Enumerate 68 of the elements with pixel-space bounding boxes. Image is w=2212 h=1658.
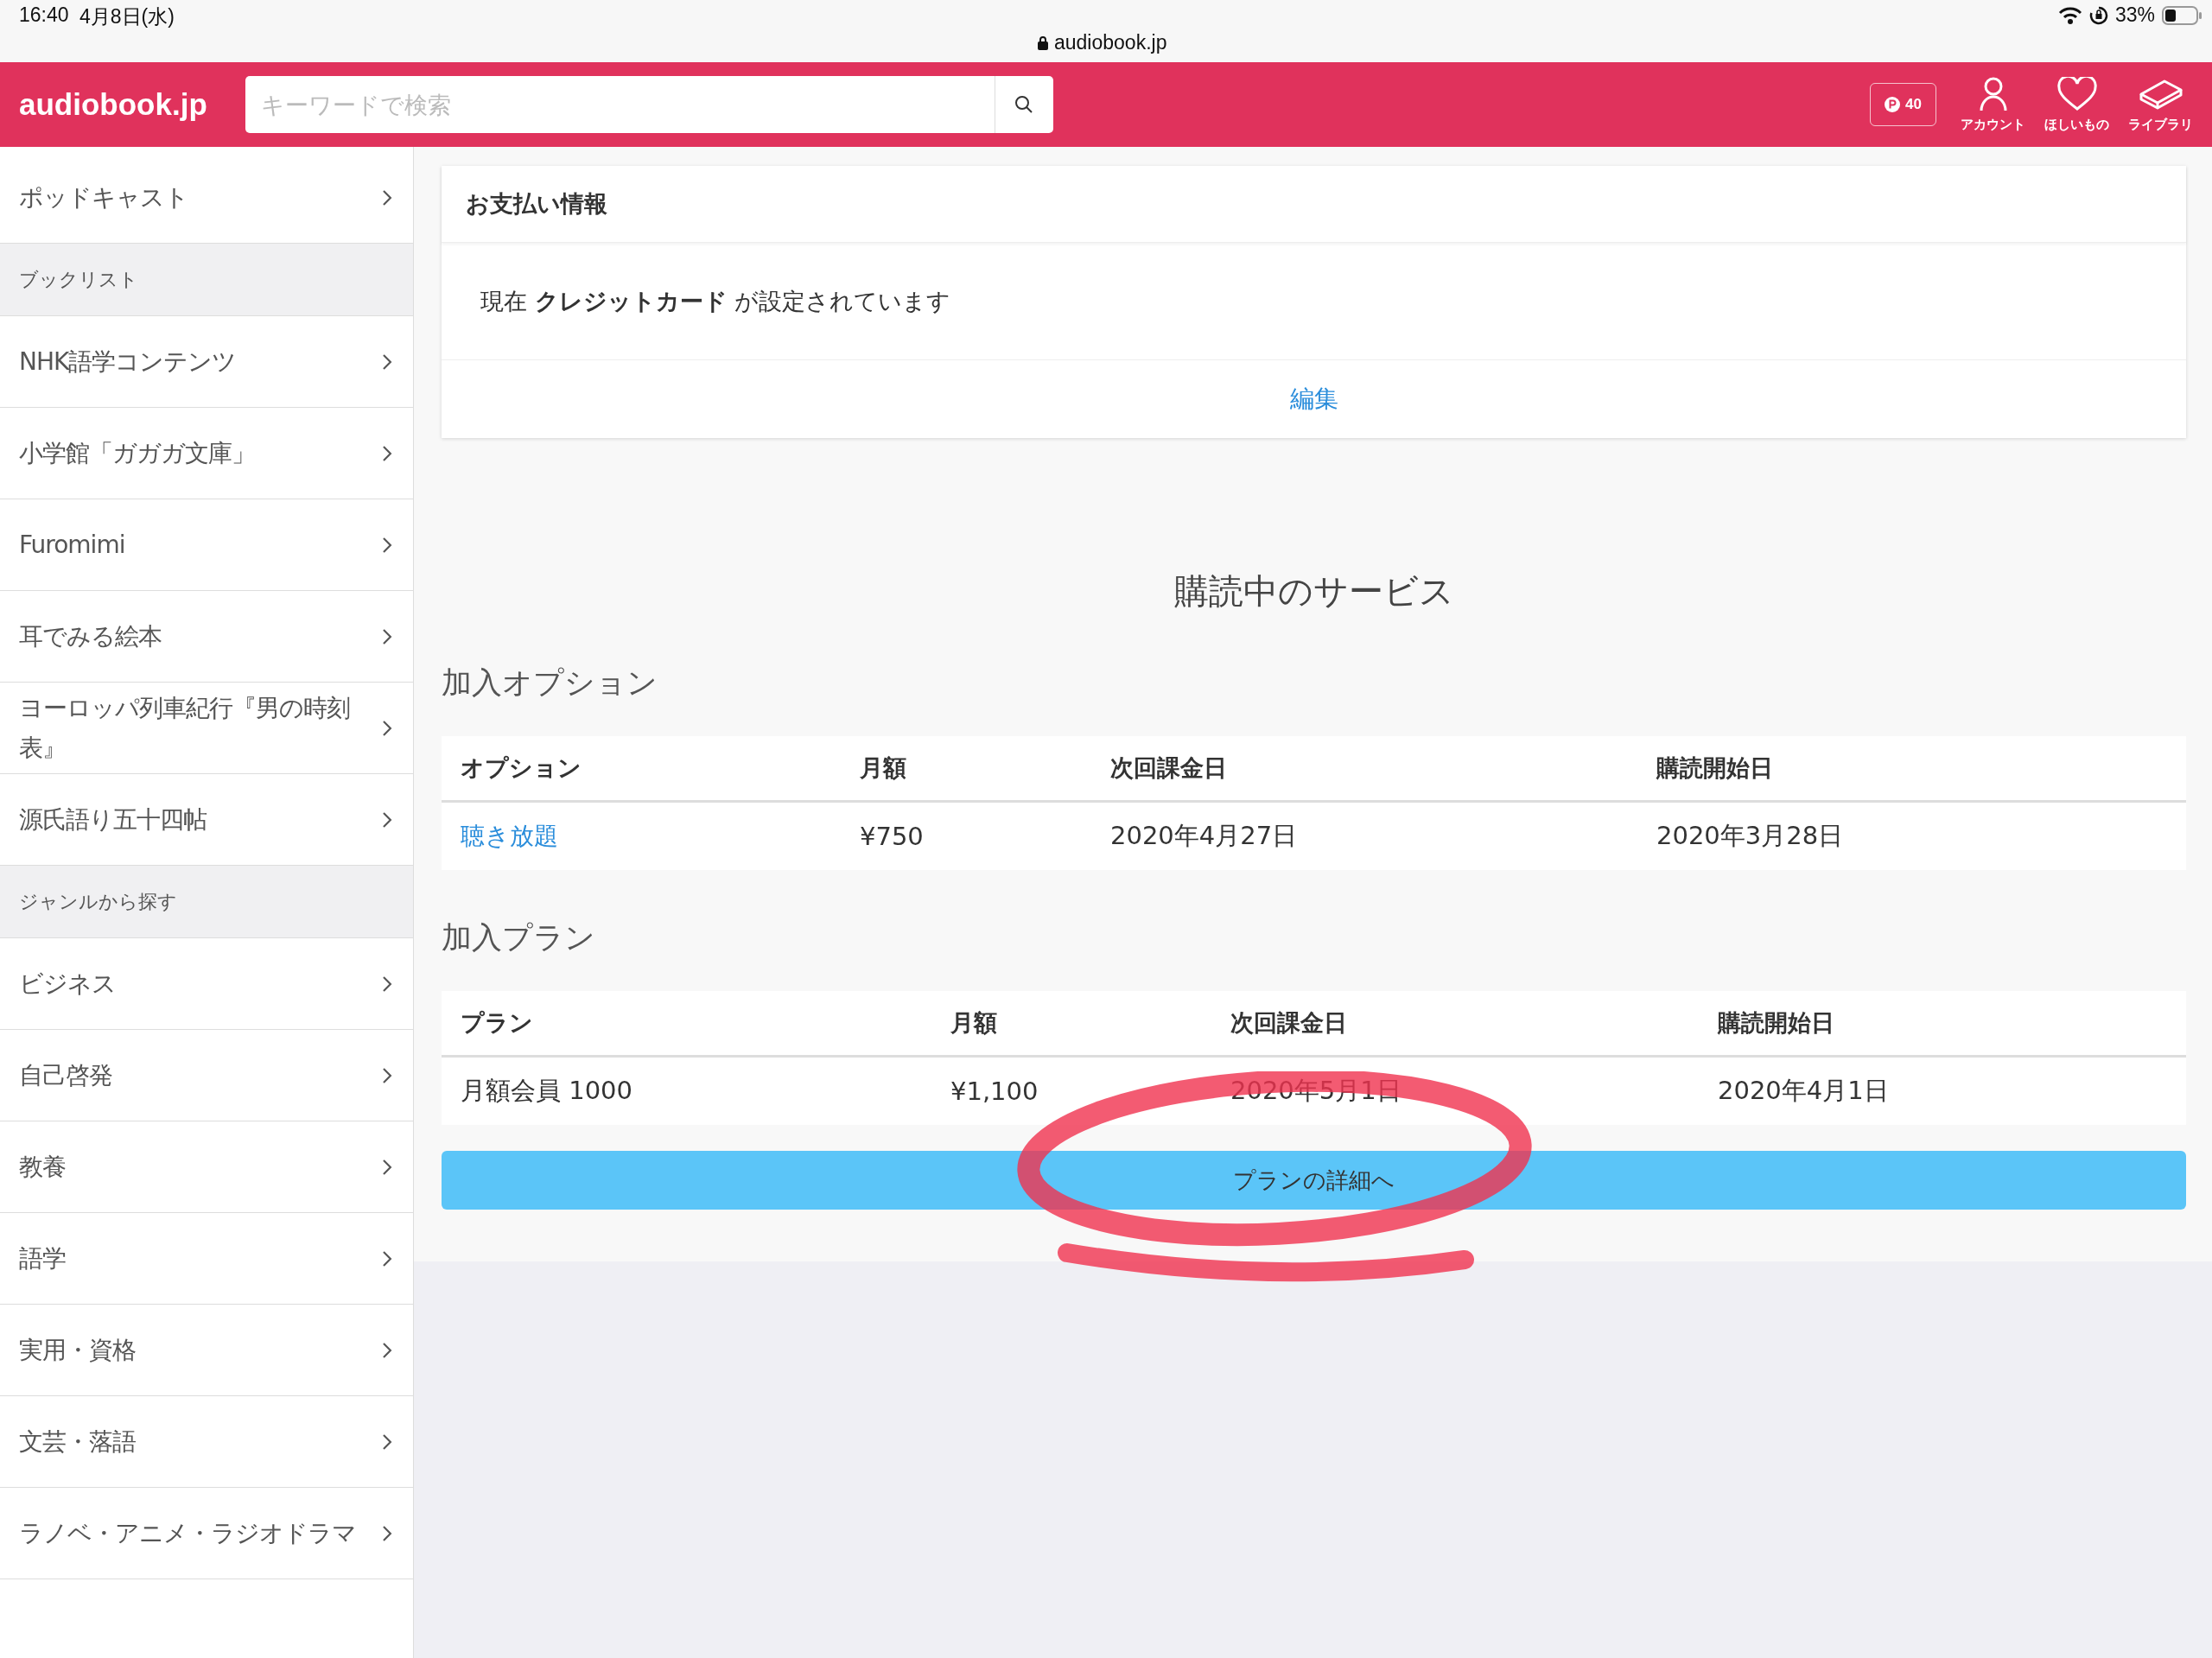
- column-header: プラン: [461, 1008, 534, 1038]
- site-logo[interactable]: audiobook.jp: [19, 87, 207, 122]
- status-date: 4月8日(水): [79, 4, 175, 29]
- sidebar-item[interactable]: 語学: [0, 1213, 413, 1305]
- sidebar-item[interactable]: 小学館「ガガガ文庫」: [0, 408, 413, 499]
- wifi-icon: [2057, 5, 2082, 25]
- sidebar-item[interactable]: 実用・資格: [0, 1305, 413, 1396]
- sidebar-item[interactable]: ビジネス: [0, 938, 413, 1030]
- table-heading: 加入オプション: [442, 664, 658, 702]
- table-cell-text: 月額会員 1000: [461, 1075, 634, 1107]
- points-coin-icon: [1885, 97, 1901, 112]
- sidebar-item[interactable]: 教養: [0, 1121, 413, 1213]
- chevron-right-icon: [382, 719, 392, 737]
- sidebar-item[interactable]: 耳でみる絵本: [0, 591, 413, 683]
- chevron-right-icon: [382, 188, 392, 206]
- sidebar-item[interactable]: Furomimi: [0, 499, 413, 591]
- rotation-lock-icon: [2088, 5, 2108, 25]
- nav-button[interactable]: ライブラリ: [2128, 76, 2193, 133]
- column-header: 購読開始日: [1656, 753, 1774, 783]
- chevron-right-icon: [382, 1158, 392, 1176]
- payment-status-text: 現在 クレジットカード が設定されています: [480, 286, 952, 316]
- lock-icon: [1037, 35, 1049, 51]
- status-time: 16:40: [19, 3, 69, 27]
- battery-icon: [2162, 5, 2202, 25]
- table-cell-text: ¥750: [860, 822, 925, 851]
- table-cell-text: 2020年4月1日: [1718, 1075, 1890, 1107]
- sidebar-item[interactable]: ヨーロッパ列車紀行『男の時刻表』: [0, 683, 413, 774]
- chevron-right-icon: [382, 975, 392, 993]
- battery-percent: 33%: [2114, 3, 2155, 27]
- chevron-right-icon: [382, 1249, 392, 1267]
- edit-link[interactable]: 編集: [1289, 383, 1338, 416]
- column-header: オプション: [461, 753, 582, 783]
- sidebar-item[interactable]: NHK語学コンテンツ: [0, 316, 413, 408]
- plan-details-button[interactable]: プランの詳細へ: [442, 1151, 2186, 1210]
- address-url[interactable]: audiobook.jp: [1054, 31, 1167, 54]
- column-header: 購読開始日: [1718, 1008, 1835, 1038]
- sidebar-item[interactable]: 自己啓発: [0, 1030, 413, 1121]
- chevron-right-icon: [382, 353, 392, 371]
- chevron-right-icon: [382, 1432, 392, 1451]
- chevron-right-icon: [382, 810, 392, 829]
- payment-title: お支払い情報: [442, 166, 2186, 243]
- nav-button[interactable]: ほしいもの: [2044, 76, 2109, 133]
- chevron-right-icon: [382, 1524, 392, 1542]
- sidebar-section-header: ブックリスト: [0, 244, 413, 316]
- chevron-right-icon: [382, 1341, 392, 1359]
- search-field[interactable]: キーワードで検索: [245, 76, 995, 133]
- sidebar-item[interactable]: ラノベ・アニメ・ラジオドラマ: [0, 1488, 413, 1579]
- table-link[interactable]: 聴き放題: [461, 822, 558, 850]
- chevron-right-icon: [382, 1066, 392, 1084]
- sidebar-item[interactable]: 文芸・落語: [0, 1396, 413, 1488]
- sidebar-section-header: ジャンルから探す: [0, 866, 413, 938]
- chevron-right-icon: [382, 536, 392, 554]
- points-button[interactable]: 40: [1870, 83, 1936, 126]
- chevron-right-icon: [382, 444, 392, 462]
- column-header: 月額: [860, 753, 907, 783]
- column-header: 次回課金日: [1110, 753, 1228, 783]
- table-cell-text: 2020年3月28日: [1656, 820, 1845, 852]
- table-heading: 加入プラン: [442, 919, 596, 956]
- table-cell-text: ¥1,100: [950, 1077, 1039, 1106]
- column-header: 次回課金日: [1230, 1008, 1348, 1038]
- search-button[interactable]: [994, 76, 1053, 133]
- nav-button[interactable]: アカウント: [1961, 76, 2025, 133]
- heart-icon: [2056, 76, 2097, 111]
- person-icon: [1978, 76, 2008, 111]
- table-cell-text: 2020年4月27日: [1110, 820, 1299, 852]
- section-title: 購読中のサービス: [1173, 570, 1455, 613]
- chevron-right-icon: [382, 627, 392, 645]
- column-header: 月額: [950, 1008, 998, 1038]
